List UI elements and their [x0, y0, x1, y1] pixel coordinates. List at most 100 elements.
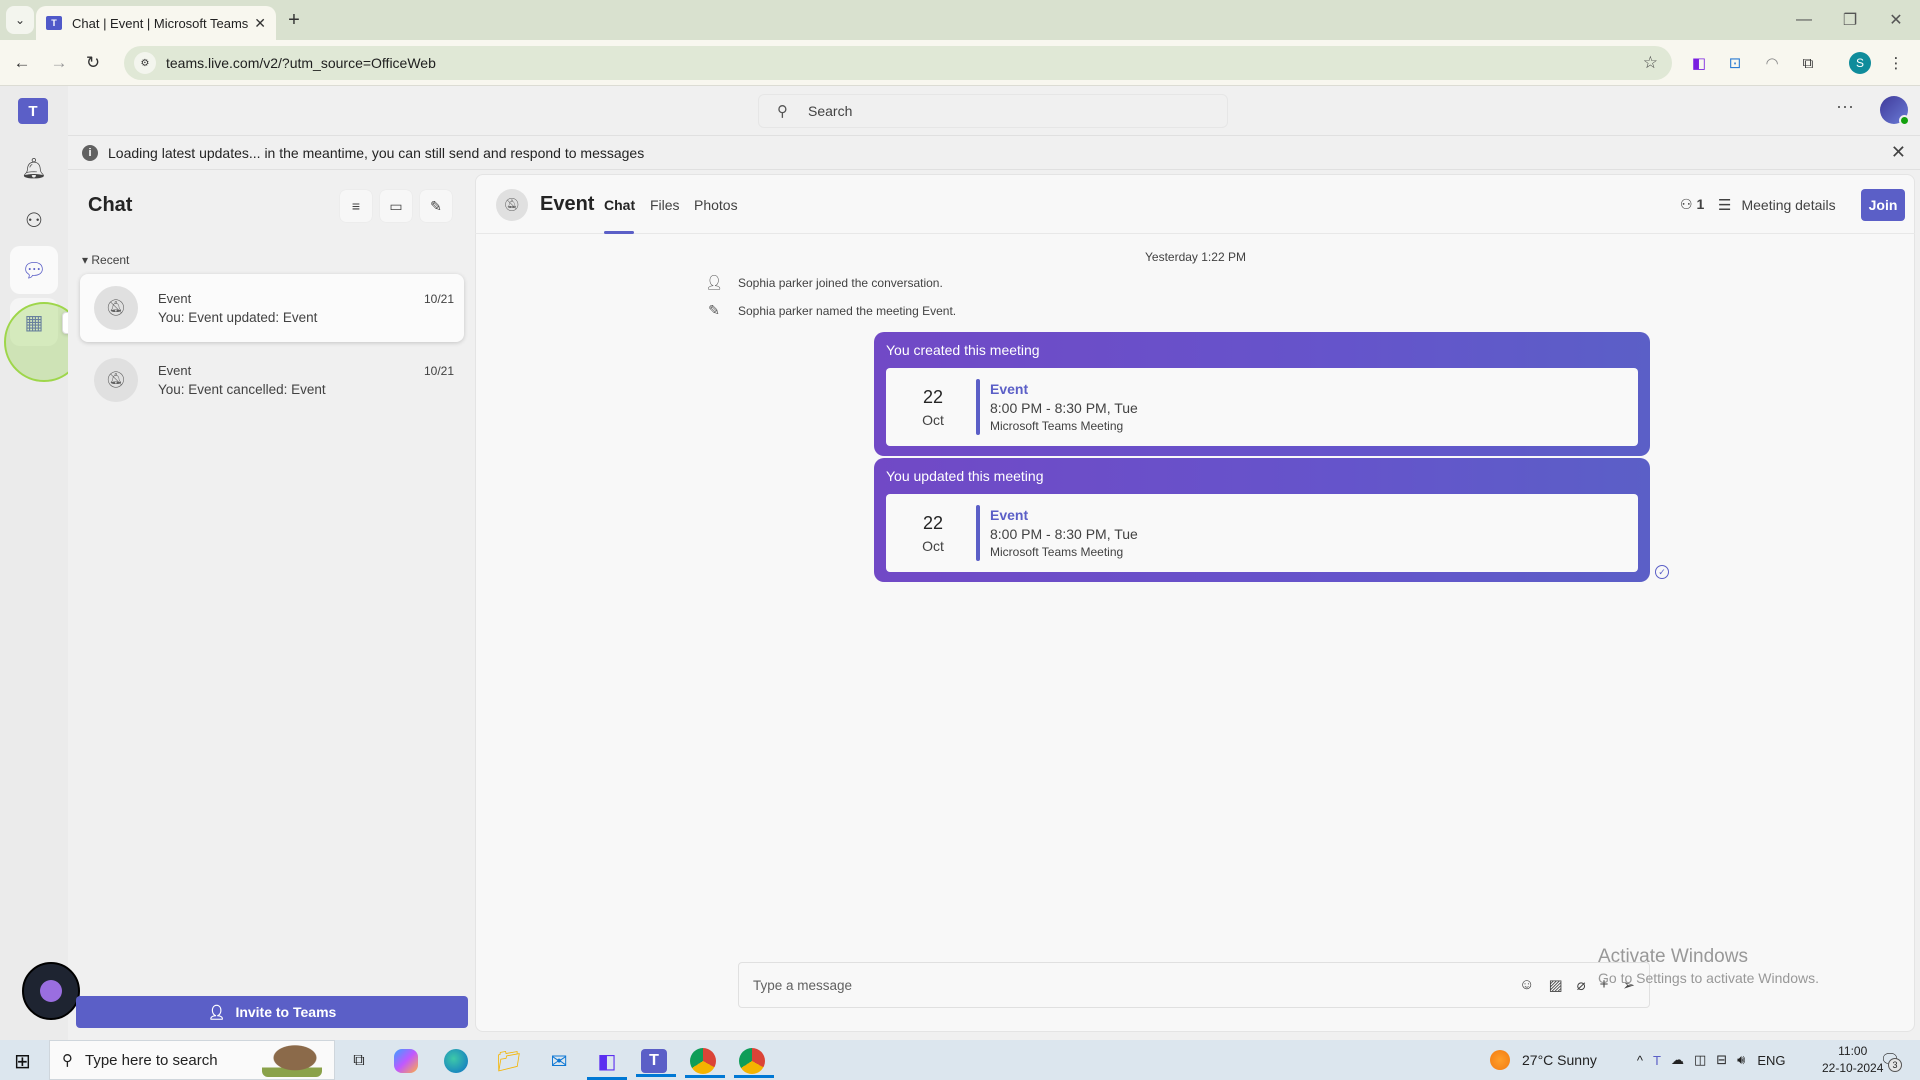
- onedrive-cloud-icon[interactable]: ☁: [1671, 1052, 1684, 1068]
- meet-now-video-icon[interactable]: ▭: [380, 190, 412, 222]
- more-options-icon[interactable]: ···: [1836, 96, 1854, 117]
- info-icon: i: [82, 144, 98, 161]
- search-highlight-wombat-icon: [262, 1045, 322, 1077]
- new-chat-icon[interactable]: ✎: [420, 190, 452, 222]
- windows-start-icon[interactable]: ⊞: [14, 1049, 31, 1074]
- participants-button[interactable]: ⚇ 1: [1680, 196, 1704, 213]
- extension-power-automate-icon[interactable]: ◧: [1686, 50, 1712, 76]
- meeting-card[interactable]: You created this meeting 22 Oct Event 8:…: [874, 332, 1650, 456]
- file-explorer-icon[interactable]: 📁︎: [494, 1046, 524, 1076]
- camera-icon[interactable]: ◫: [1694, 1052, 1706, 1068]
- extension-word-icon[interactable]: ⊡: [1722, 50, 1748, 76]
- teams-taskbar-icon[interactable]: T: [636, 1049, 676, 1077]
- meeting-accent-bar: [976, 379, 980, 435]
- loading-banner: i Loading latest updates... in the meant…: [68, 136, 1920, 170]
- chat-list-item[interactable]: 🔕︎ Event You: Event cancelled: Event 10/…: [80, 346, 464, 414]
- chrome-profile-a-icon[interactable]: [685, 1048, 725, 1078]
- muted-bell-icon: 🔕︎: [496, 189, 528, 221]
- address-bar[interactable]: ⚙ teams.live.com/v2/?utm_source=OfficeWe…: [124, 46, 1672, 80]
- reload-button[interactable]: ↻: [80, 50, 106, 76]
- browser-menu-icon[interactable]: ⋮: [1883, 50, 1909, 76]
- search-input[interactable]: ⚲ Search: [758, 94, 1228, 128]
- taskbar-search-input[interactable]: ⚲ Type here to search: [49, 1040, 335, 1080]
- meeting-title[interactable]: Event: [990, 507, 1138, 523]
- invite-label: Invite to Teams: [235, 1004, 337, 1020]
- meeting-type: Microsoft Teams Meeting: [990, 545, 1124, 559]
- image-icon[interactable]: ▨: [1548, 976, 1562, 994]
- edge-browser-icon[interactable]: [444, 1049, 468, 1073]
- taskbar-clock[interactable]: 11:00 22-10-2024: [1822, 1043, 1883, 1077]
- emoji-icon[interactable]: ☺: [1519, 976, 1534, 994]
- filter-icon[interactable]: ≡: [340, 190, 372, 222]
- pencil-icon: ✎: [708, 302, 720, 318]
- chat-item-preview: You: Event cancelled: Event: [158, 382, 326, 397]
- communities-icon[interactable]: ⚇: [10, 196, 58, 244]
- mail-icon[interactable]: ✉: [544, 1046, 574, 1076]
- meeting-details-button[interactable]: ☰ Meeting details: [1718, 196, 1836, 214]
- meeting-card[interactable]: You updated this meeting 22 Oct Event 8:…: [874, 458, 1650, 582]
- presence-available-icon: [1899, 115, 1910, 126]
- activity-bell-icon[interactable]: 🔔︎: [10, 144, 58, 192]
- clock-date: 22-10-2024: [1822, 1061, 1884, 1075]
- chat-list-item[interactable]: 🔕︎ Event You: Event updated: Event 10/21: [80, 274, 464, 342]
- site-info-icon[interactable]: ⚙: [134, 52, 156, 74]
- browser-profile-avatar[interactable]: S: [1849, 52, 1871, 74]
- back-button[interactable]: ←: [9, 50, 35, 76]
- bookmark-star-icon[interactable]: ☆: [1643, 53, 1658, 73]
- user-avatar[interactable]: [1880, 96, 1910, 126]
- weather-text[interactable]: 27°C Sunny: [1522, 1052, 1597, 1068]
- copilot-icon[interactable]: [394, 1049, 418, 1073]
- meeting-month: Oct: [922, 411, 944, 428]
- forward-button[interactable]: →: [46, 50, 72, 76]
- tab-photos[interactable]: Photos: [694, 197, 738, 213]
- people-icon: ⚇: [1680, 196, 1693, 212]
- join-button[interactable]: Join: [1861, 189, 1905, 221]
- tab-chat[interactable]: Chat: [604, 197, 635, 213]
- close-window-button[interactable]: ✕: [1876, 6, 1916, 34]
- meeting-card-body[interactable]: 22 Oct Event 8:00 PM - 8:30 PM, Tue Micr…: [886, 494, 1638, 572]
- meeting-title[interactable]: Event: [990, 381, 1138, 397]
- conversation-pane: [475, 174, 1915, 1032]
- chat-list-title: Chat: [88, 194, 133, 216]
- dismiss-banner-icon[interactable]: ✕: [1891, 142, 1906, 163]
- tab-search-dropdown-button[interactable]: ⌄: [6, 6, 34, 34]
- weather-sunny-icon[interactable]: [1490, 1050, 1510, 1070]
- muted-bell-icon: 🔕︎: [94, 286, 138, 330]
- minimize-window-button[interactable]: —: [1784, 6, 1824, 34]
- volume-icon[interactable]: 🔊︎: [1737, 1052, 1745, 1068]
- system-message-text: Sophia parker named the meeting Event.: [738, 303, 957, 318]
- teams-tray-icon[interactable]: T: [1653, 1053, 1661, 1068]
- recent-section-header[interactable]: ▾ Recent: [82, 253, 129, 267]
- power-automate-taskbar-icon[interactable]: ◧: [587, 1046, 627, 1080]
- new-tab-button[interactable]: +: [282, 8, 306, 32]
- compose-placeholder: Type a message: [753, 977, 853, 993]
- meeting-card-body[interactable]: 22 Oct Event 8:00 PM - 8:30 PM, Tue Micr…: [886, 368, 1638, 446]
- close-tab-icon[interactable]: ✕: [254, 15, 266, 32]
- meeting-day: 22: [922, 386, 944, 407]
- attach-paperclip-icon[interactable]: ⌀: [1577, 976, 1586, 994]
- language-indicator[interactable]: ENG: [1757, 1053, 1785, 1068]
- screen-recorder-button[interactable]: [22, 962, 80, 1020]
- conversation-title: Event: [540, 193, 595, 215]
- system-message-text: Sophia parker joined the conversation.: [738, 275, 943, 290]
- tab-files[interactable]: Files: [650, 197, 680, 213]
- meeting-time: 8:00 PM - 8:30 PM, Tue: [990, 400, 1138, 416]
- extension-arc-icon[interactable]: ◠: [1759, 50, 1785, 76]
- restore-window-button[interactable]: ❐: [1830, 6, 1870, 34]
- teams-favicon-icon: T: [46, 16, 62, 30]
- network-icon[interactable]: ⊟: [1716, 1052, 1727, 1068]
- browser-tab-active[interactable]: T Chat | Event | Microsoft Teams ✕: [36, 6, 276, 40]
- meeting-day: 22: [922, 512, 944, 533]
- extensions-puzzle-icon[interactable]: ⧉: [1795, 50, 1821, 76]
- chat-icon[interactable]: 💬︎: [10, 246, 58, 294]
- message-compose-box[interactable]: Type a message ☺ ▨ ⌀ + ➢: [738, 962, 1650, 1008]
- chat-item-date: 10/21: [423, 292, 454, 306]
- show-hidden-icons-chevron-icon[interactable]: ^: [1637, 1053, 1643, 1068]
- search-placeholder: Search: [808, 103, 853, 119]
- chrome-profile-s-icon[interactable]: [734, 1048, 774, 1078]
- system-tray: 27°C Sunny ^ T ☁ ◫ ⊟ 🔊︎ ENG: [1490, 1040, 1786, 1080]
- notification-center-icon[interactable]: 🗨︎3: [1880, 1050, 1902, 1072]
- invite-to-teams-button[interactable]: 👤︎ Invite to Teams: [76, 996, 468, 1028]
- task-view-icon[interactable]: ⧉: [344, 1046, 374, 1076]
- taskbar-search-placeholder: Type here to search: [85, 1051, 218, 1069]
